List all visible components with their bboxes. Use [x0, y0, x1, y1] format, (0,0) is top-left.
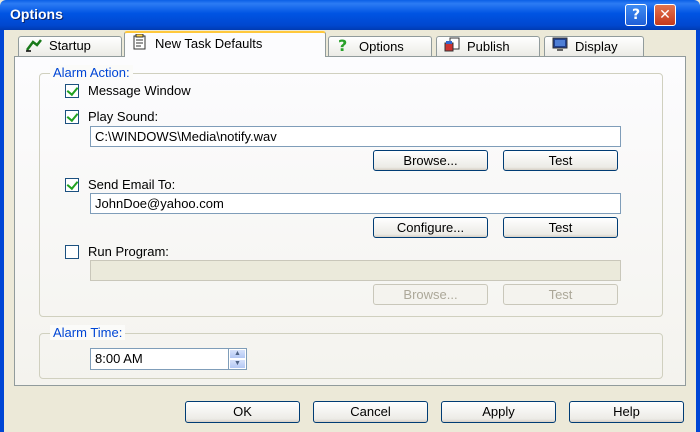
question-icon: ? — [335, 36, 353, 55]
alarm-time-group: Alarm Time: 8:00 AM ▲ ▼ — [39, 325, 663, 379]
sound-file-field[interactable]: C:\WINDOWS\Media\notify.wav — [90, 126, 621, 147]
alarm-time-field[interactable]: 8:00 AM — [90, 348, 247, 370]
window-title: Options — [10, 6, 63, 22]
help-title-button[interactable]: ? — [625, 4, 647, 26]
tab-display[interactable]: Display — [544, 36, 644, 56]
window-frame-left — [0, 30, 4, 432]
email-configure-button[interactable]: Configure... — [373, 217, 488, 238]
program-test-button[interactable]: Test — [503, 284, 618, 305]
run-program-label: Run Program: — [88, 244, 169, 259]
tab-options[interactable]: ? Options — [328, 36, 432, 56]
send-email-checkbox[interactable] — [65, 178, 79, 192]
monitor-icon — [551, 37, 569, 51]
program-browse-button[interactable]: Browse... — [373, 284, 488, 305]
program-path-field[interactable] — [90, 260, 621, 281]
play-sound-label: Play Sound: — [88, 109, 159, 124]
sound-browse-button[interactable]: Browse... — [373, 150, 488, 171]
title-bar[interactable]: Options ? ✕ — [0, 0, 700, 30]
send-email-label: Send Email To: — [88, 177, 176, 192]
tab-label: Startup — [49, 38, 91, 53]
help-button[interactable]: Help — [569, 401, 684, 423]
publish-icon — [443, 37, 461, 52]
spin-up-icon[interactable]: ▲ — [229, 349, 246, 359]
play-sound-checkbox[interactable] — [65, 110, 79, 124]
ok-button[interactable]: OK — [185, 401, 300, 423]
notepad-icon — [131, 33, 149, 50]
alarm-time-legend: Alarm Time: — [50, 325, 126, 340]
tab-label: Options — [359, 39, 404, 54]
cancel-button[interactable]: Cancel — [313, 401, 428, 423]
apply-button[interactable]: Apply — [441, 401, 556, 423]
alarm-action-legend: Alarm Action: — [50, 65, 133, 80]
email-address-field[interactable]: JohnDoe@yahoo.com — [90, 193, 621, 214]
tab-label: Publish — [467, 39, 510, 54]
run-program-checkbox[interactable] — [65, 245, 79, 259]
startup-icon — [25, 38, 43, 52]
alarm-time-value: 8:00 AM — [95, 351, 143, 366]
tab-label: New Task Defaults — [155, 36, 263, 51]
email-test-button[interactable]: Test — [503, 217, 618, 238]
tab-startup[interactable]: Startup — [18, 36, 122, 56]
window-frame-right — [696, 30, 700, 432]
tab-new-task-defaults[interactable]: New Task Defaults — [124, 31, 326, 57]
message-window-checkbox[interactable] — [65, 84, 79, 98]
tab-publish[interactable]: Publish — [436, 36, 540, 56]
tab-label: Display — [575, 39, 618, 54]
sound-test-button[interactable]: Test — [503, 150, 618, 171]
alarm-time-spinner[interactable]: ▲ ▼ — [228, 349, 246, 370]
message-window-label: Message Window — [88, 83, 191, 98]
alarm-action-group: Alarm Action: Message Window Play Sound:… — [39, 65, 663, 317]
svg-text:?: ? — [338, 37, 347, 53]
spin-down-icon[interactable]: ▼ — [229, 359, 246, 369]
close-button[interactable]: ✕ — [654, 4, 676, 26]
tab-panel-new-task-defaults: Alarm Action: Message Window Play Sound:… — [14, 56, 686, 386]
